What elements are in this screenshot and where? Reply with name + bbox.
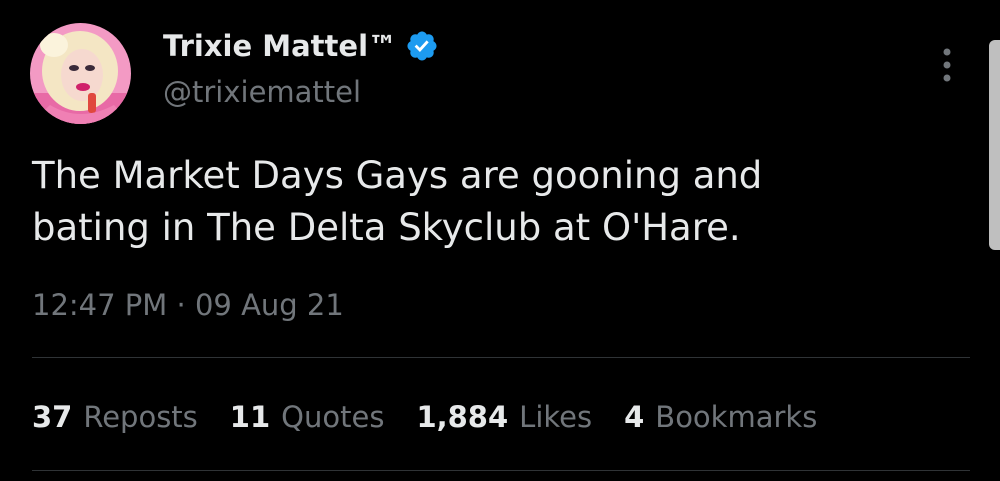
- bookmarks-label: Bookmarks: [655, 400, 818, 434]
- avatar[interactable]: [30, 23, 131, 124]
- reposts-label: Reposts: [83, 400, 198, 434]
- divider: [32, 357, 970, 358]
- bookmarks-count: 4: [624, 400, 645, 434]
- quotes-stat[interactable]: 11 Quotes: [230, 394, 385, 440]
- quotes-count: 11: [229, 400, 271, 434]
- reposts-count: 37: [32, 400, 73, 434]
- likes-stat[interactable]: 1,884 Likes: [416, 394, 592, 440]
- reposts-stat[interactable]: 37 Reposts: [32, 394, 198, 440]
- tweet-timestamp[interactable]: 12:47 PM · 09 Aug 21: [32, 283, 344, 327]
- more-vertical-icon[interactable]: [932, 46, 962, 86]
- quotes-label: Quotes: [281, 400, 385, 434]
- profile-avatar-image: [30, 23, 131, 124]
- divider: [32, 470, 970, 471]
- verified-badge-icon: [405, 29, 439, 63]
- likes-label: Likes: [519, 400, 593, 434]
- tweet-text-line: The Market Days Gays are gooning and: [32, 154, 763, 197]
- tweet-text: The Market Days Gays are gooning and bat…: [32, 150, 932, 254]
- engagement-stats: 37 Reposts 11 Quotes 1,884 Likes 4 Bookm…: [32, 394, 849, 440]
- tweet-text-line: bating in The Delta Skyclub at O'Hare.: [32, 206, 741, 249]
- author-handle[interactable]: @trixiemattel: [163, 72, 361, 112]
- bookmarks-stat[interactable]: 4 Bookmarks: [624, 394, 817, 440]
- author-display-name[interactable]: Trixie Mattel™: [163, 26, 397, 66]
- likes-count: 1,884: [416, 400, 509, 434]
- scrollbar[interactable]: [989, 40, 1000, 250]
- author-name-row[interactable]: Trixie Mattel™: [163, 26, 439, 66]
